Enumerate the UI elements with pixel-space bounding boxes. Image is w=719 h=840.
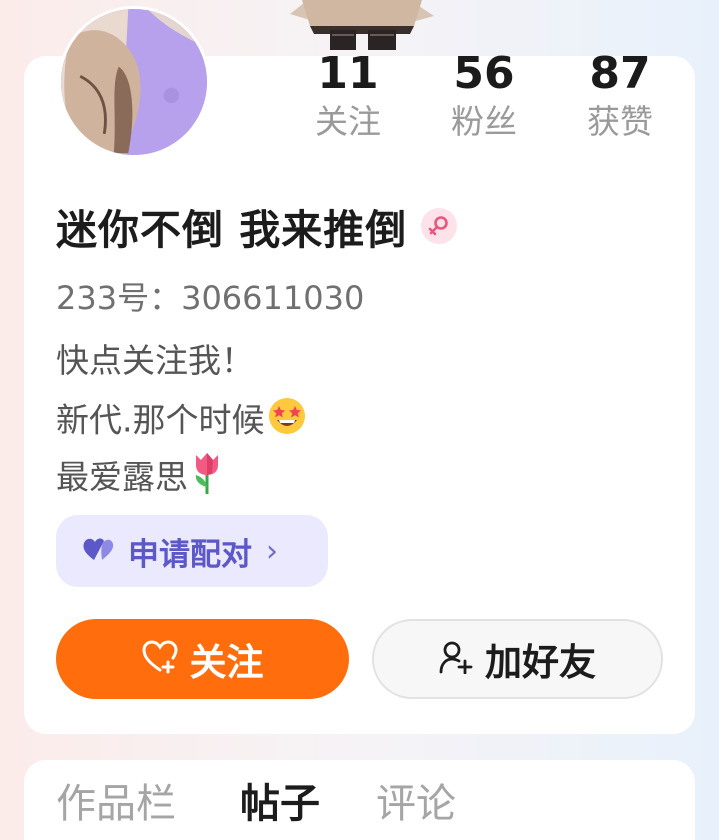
user-name: 迷你不倒 我来推倒 [56, 206, 408, 254]
stat-likes[interactable]: 87 获赞 [560, 50, 680, 144]
avatar[interactable] [58, 6, 210, 158]
bio-line: 快点关注我！ [56, 338, 254, 384]
add-friend-button-label: 加好友 [485, 641, 596, 684]
name-row: 迷你不倒 我来推倒 [56, 198, 458, 254]
tulip-emoji [190, 451, 224, 507]
request-pairing-button[interactable]: 申请配对 › [56, 515, 328, 587]
bio-text: 最爱露思 [56, 457, 188, 497]
bio-text: 快点关注我！ [56, 341, 254, 380]
tab-posts[interactable]: 帖子 [240, 778, 320, 830]
pair-button-label: 申请配对 [128, 536, 252, 573]
person-plus-icon [439, 640, 473, 678]
background-character-art [288, 0, 436, 52]
bio-line: 最爱露思 [56, 451, 224, 507]
star-struck-emoji [267, 396, 307, 448]
add-friend-button[interactable]: 加好友 [372, 619, 663, 699]
content-tabs-bar: 作品栏 帖子 评论 [24, 760, 695, 840]
stat-value: 11 [317, 48, 379, 99]
heart-pair-icon [82, 536, 116, 566]
tab-comments[interactable]: 评论 [376, 778, 456, 830]
female-symbol-icon [421, 208, 458, 244]
stat-followers[interactable]: 56 粉丝 [424, 50, 544, 144]
follow-button-label: 关注 [189, 641, 264, 684]
chevron-right-icon: › [266, 533, 278, 569]
tab-works[interactable]: 作品栏 [56, 778, 176, 830]
bio-text: 新代.那个时候 [56, 400, 265, 440]
user-id: 233号：306611030 [56, 279, 365, 317]
stat-following[interactable]: 11 关注 [288, 50, 408, 144]
stat-value: 56 [453, 48, 515, 99]
stat-label: 粉丝 [451, 102, 517, 141]
stat-value: 87 [589, 48, 651, 99]
stat-label: 获赞 [587, 102, 653, 141]
stat-label: 关注 [315, 102, 381, 141]
bio-line: 新代.那个时候 [56, 396, 307, 448]
heart-plus-icon [141, 640, 178, 678]
follow-button[interactable]: 关注 [56, 619, 349, 699]
